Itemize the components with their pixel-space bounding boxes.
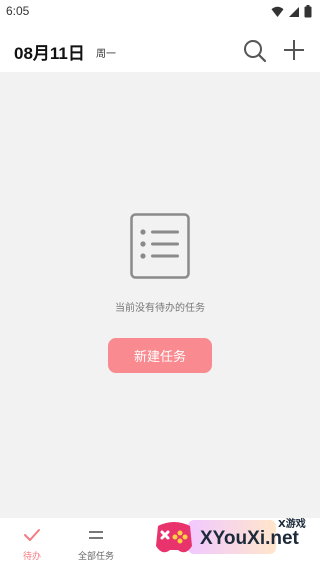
new-task-button[interactable]: 新建任务 <box>108 338 212 373</box>
checkmark-icon <box>24 529 40 541</box>
site-watermark: X游戏 XYouXi.net <box>148 512 320 568</box>
battery-icon <box>304 5 312 18</box>
status-bar: 6:05 <box>0 0 320 24</box>
wifi-icon <box>271 6 284 17</box>
watermark-brand: XYouXi.net <box>200 528 299 549</box>
header-date[interactable]: 08月11日 <box>14 39 85 64</box>
task-list-area: 当前没有待办的任务 新建任务 <box>0 72 320 518</box>
task-list-empty-icon <box>130 213 190 279</box>
empty-state-message: 当前没有待办的任务 <box>115 303 205 314</box>
app-header: 08月11日 周一 <box>0 24 320 72</box>
gamepad-logo-icon <box>156 522 192 553</box>
nav-item-all-tasks[interactable]: 全部任务 <box>64 518 128 568</box>
nav-label-todo: 待办 <box>22 552 41 562</box>
status-time: 6:05 <box>6 4 30 18</box>
nav-item-todo[interactable]: 待办 <box>0 518 64 568</box>
status-icons <box>271 5 312 18</box>
header-weekday: 周一 <box>96 49 116 60</box>
add-icon[interactable] <box>283 39 305 61</box>
search-icon[interactable] <box>243 39 267 63</box>
nav-label-all-tasks: 全部任务 <box>77 552 114 562</box>
equals-icon <box>89 531 103 539</box>
signal-icon <box>289 6 299 17</box>
